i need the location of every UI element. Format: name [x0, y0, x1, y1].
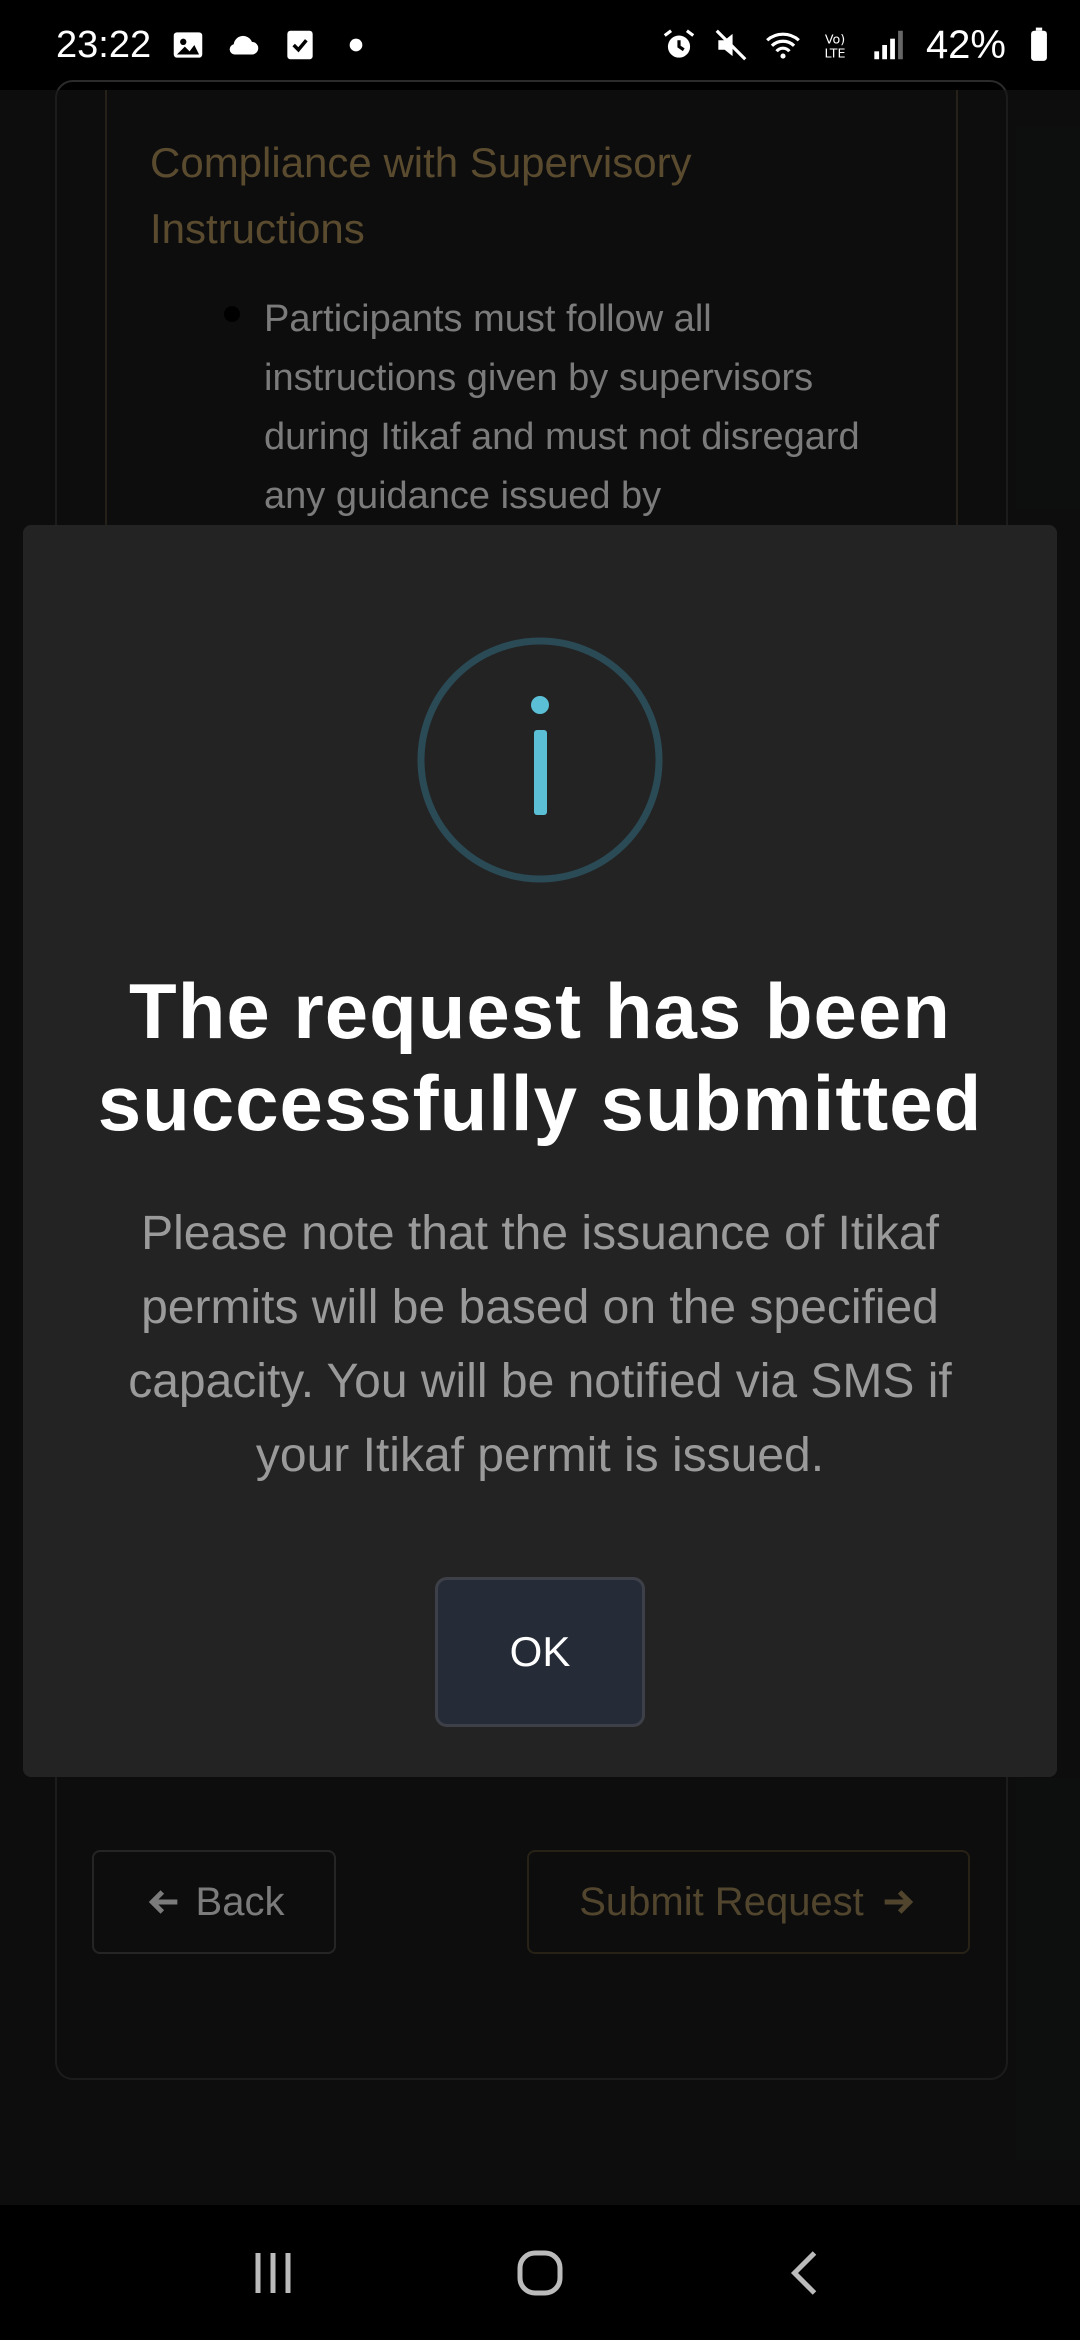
- recent-apps-icon[interactable]: [228, 2228, 318, 2318]
- screen: 23:22 Vo) LTE 42% Compliance with Superv…: [0, 0, 1080, 2340]
- dialog-message: Please note that the issuance of Itikaf …: [128, 1207, 952, 1482]
- status-bar: 23:22 Vo) LTE 42%: [0, 0, 1080, 90]
- svg-text:LTE: LTE: [824, 46, 845, 61]
- ok-button[interactable]: OK: [435, 1577, 645, 1727]
- success-dialog: The request has been successfully submit…: [23, 525, 1057, 1777]
- battery-percent: 42%: [925, 22, 1006, 67]
- checkbox-icon: [281, 26, 319, 64]
- battery-icon: [1020, 26, 1058, 64]
- ok-button-label: OK: [509, 1628, 571, 1675]
- home-icon[interactable]: [495, 2228, 585, 2318]
- back-icon[interactable]: [762, 2228, 852, 2318]
- alarm-icon: [660, 26, 698, 64]
- wifi-icon: [764, 26, 802, 64]
- dialog-title: The request has been successfully submit…: [97, 967, 983, 1147]
- dot-icon: [337, 26, 375, 64]
- mute-icon: [712, 26, 750, 64]
- image-icon: [169, 26, 207, 64]
- cloud-icon: [225, 26, 263, 64]
- svg-text:Vo): Vo): [825, 31, 845, 46]
- signal-icon: [868, 26, 906, 64]
- info-icon: [415, 635, 665, 885]
- volte-icon: Vo) LTE: [816, 26, 854, 64]
- status-time: 23:22: [56, 23, 152, 66]
- navigation-bar: [0, 2205, 1080, 2340]
